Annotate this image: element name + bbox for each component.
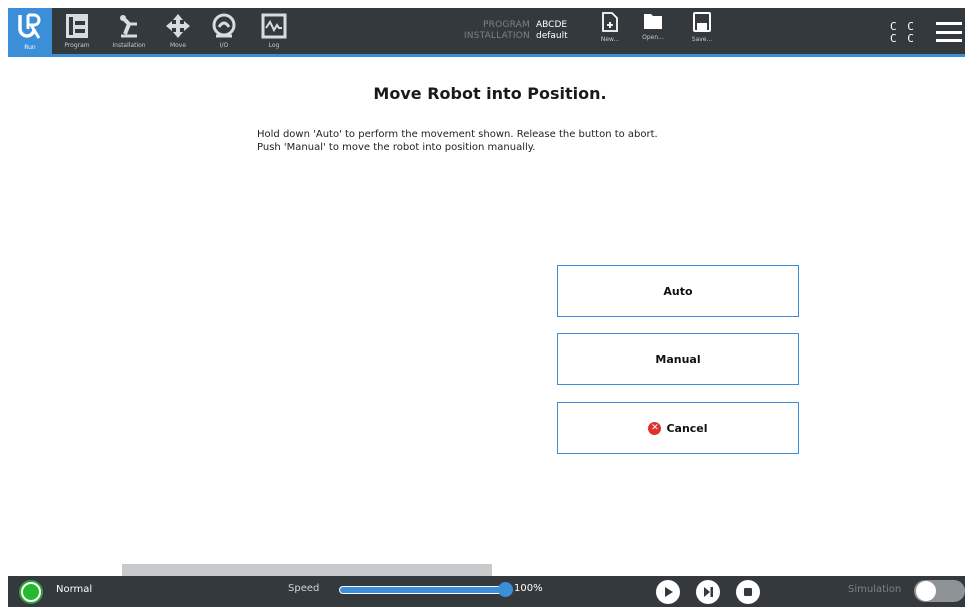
ur-logo-icon	[18, 13, 41, 39]
top-bar: Run Program Installation Move I/O Log PR…	[8, 8, 965, 57]
cancel-icon: ✕	[648, 421, 662, 435]
nav-installation[interactable]: Installation	[104, 8, 154, 54]
speed-slider-handle[interactable]	[498, 582, 513, 597]
save-icon	[693, 12, 711, 32]
step-icon	[704, 587, 713, 597]
open-button[interactable]: Open...	[633, 12, 673, 52]
save-label: Save...	[691, 36, 713, 43]
speed-value: 100%	[514, 583, 543, 594]
simulation-toggle-knob	[916, 581, 936, 601]
play-button[interactable]	[656, 580, 680, 604]
nav-log[interactable]: Log	[254, 8, 294, 54]
stop-icon	[744, 588, 752, 596]
move-arrows-icon	[166, 14, 190, 38]
top-bar-accent	[8, 54, 965, 57]
installation-key: INSTALLATION	[463, 31, 530, 41]
play-icon	[665, 587, 673, 597]
hamburger-menu-icon[interactable]	[936, 22, 962, 42]
folder-icon	[644, 14, 662, 29]
nav-run-label: Run	[24, 44, 36, 51]
save-button[interactable]: Save...	[682, 12, 722, 52]
robot-arm-icon	[120, 15, 137, 38]
nav-log-label: Log	[268, 42, 280, 49]
nav-io[interactable]: I/O	[204, 8, 244, 54]
speed-slider-fill	[340, 587, 505, 593]
instruction-line-2: Push 'Manual' to move the robot into pos…	[257, 142, 536, 153]
new-label: New...	[600, 36, 620, 43]
nav-program-label: Program	[64, 42, 90, 49]
program-icon	[66, 14, 88, 38]
open-label: Open...	[642, 34, 664, 41]
page-title: Move Robot into Position.	[373, 84, 607, 103]
nav-io-label: I/O	[219, 42, 229, 49]
nav-program[interactable]: Program	[56, 8, 98, 54]
program-info: PROGRAM ABCDE INSTALLATION default	[454, 20, 568, 42]
cancel-button-label: Cancel	[666, 421, 708, 435]
installation-name: default	[536, 31, 568, 41]
robot-status-indicator[interactable]	[19, 580, 43, 604]
nav-run[interactable]: Run	[8, 8, 52, 57]
speed-slider[interactable]	[339, 586, 506, 594]
manual-button-label: Manual	[655, 352, 701, 366]
nav-move-label: Move	[169, 42, 187, 49]
stop-button[interactable]	[736, 580, 760, 604]
program-name: ABCDE	[536, 20, 568, 30]
cc-indicator: C C C C	[890, 21, 916, 45]
cancel-button[interactable]: ✕ Cancel	[557, 402, 799, 454]
cc-line-2: C C	[890, 32, 916, 45]
manual-button[interactable]: Manual	[557, 333, 799, 385]
speed-label: Speed	[288, 583, 320, 594]
auto-button-label: Auto	[663, 284, 693, 298]
io-icon	[212, 13, 236, 38]
step-button[interactable]	[696, 580, 720, 604]
instructions: Hold down 'Auto' to perform the movement…	[257, 128, 658, 154]
nav-installation-label: Installation	[112, 42, 146, 49]
robot-status-label: Normal	[56, 584, 93, 595]
new-file-icon	[602, 12, 618, 32]
instruction-line-1: Hold down 'Auto' to perform the movement…	[257, 129, 658, 140]
auto-button[interactable]: Auto	[557, 265, 799, 317]
bottom-bar: Normal Speed 100% Simulation	[8, 576, 965, 607]
simulation-label: Simulation	[848, 584, 902, 595]
new-button[interactable]: New...	[590, 12, 630, 52]
nav-move[interactable]: Move	[158, 8, 198, 54]
simulation-toggle[interactable]	[914, 580, 965, 602]
log-icon	[261, 13, 287, 39]
program-key: PROGRAM	[483, 20, 530, 30]
